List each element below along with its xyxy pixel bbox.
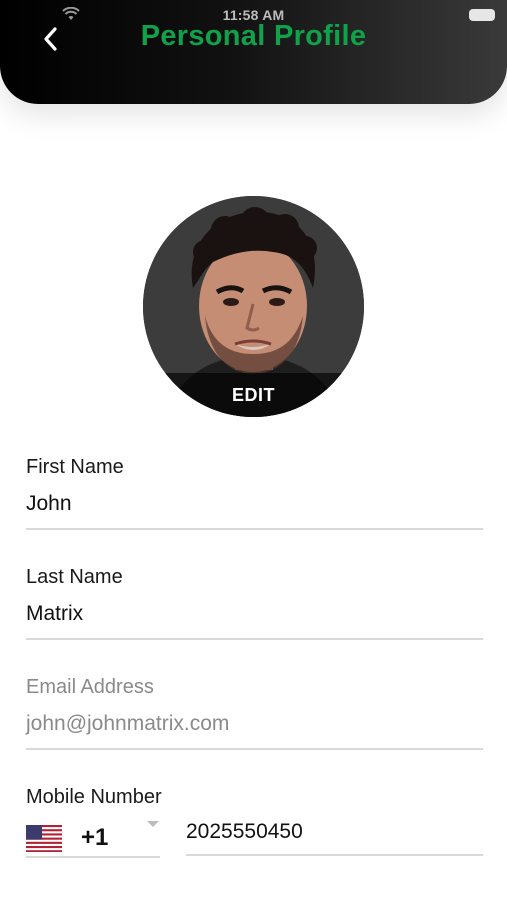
first-name-input[interactable]: John	[26, 489, 483, 519]
first-name-field: First Name John	[26, 456, 483, 530]
last-name-field: Last Name Matrix	[26, 566, 483, 640]
country-code: +1	[81, 824, 109, 851]
last-name-input[interactable]: Matrix	[26, 599, 483, 629]
email-input: john@johnmatrix.com	[26, 712, 230, 735]
mobile-number-label: Mobile Number	[26, 786, 162, 808]
mobile-number-underline	[186, 854, 483, 856]
country-code-underline	[26, 856, 160, 858]
personal-profile-screen: 11:58 AM Personal Profile EDIT First Nam…	[0, 0, 507, 900]
mobile-number-input[interactable]: 2025550450	[186, 820, 483, 850]
last-name-underline	[26, 638, 483, 640]
mobile-number-row: +1 2025550450	[26, 818, 483, 860]
mobile-number-field-label-wrap: Mobile Number	[26, 786, 483, 809]
us-flag-icon	[26, 825, 62, 852]
email-label: Email Address	[26, 676, 154, 698]
avatar-edit-label[interactable]: EDIT	[143, 373, 364, 417]
last-name-label: Last Name	[26, 566, 123, 588]
country-code-picker[interactable]: +1	[26, 818, 160, 858]
profile-avatar[interactable]: EDIT	[143, 196, 364, 417]
header-bar: 11:58 AM Personal Profile	[0, 0, 507, 104]
first-name-underline	[26, 528, 483, 530]
email-field: Email Address john@johnmatrix.com	[26, 676, 483, 750]
dropdown-arrow-icon	[147, 821, 159, 827]
email-underline	[26, 748, 483, 750]
page-title: Personal Profile	[140, 20, 367, 52]
first-name-label: First Name	[26, 456, 124, 478]
